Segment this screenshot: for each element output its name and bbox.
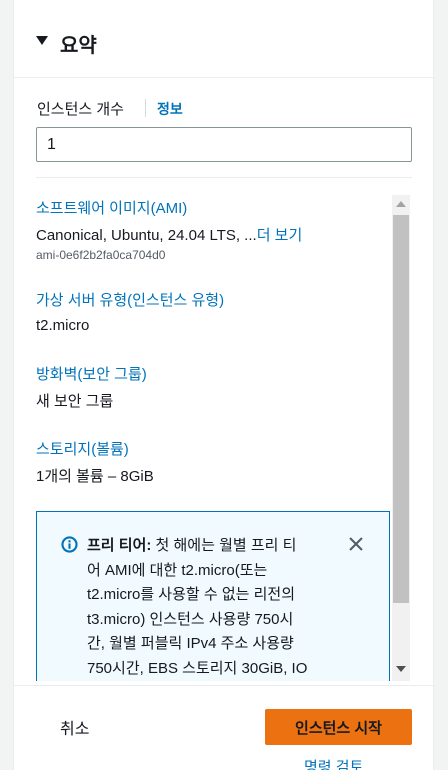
instance-type-link[interactable]: 가상 서버 유형(인스턴스 유형): [36, 289, 224, 310]
instance-count-input[interactable]: [36, 127, 412, 162]
firewall-link[interactable]: 방화벽(보안 그룹): [36, 363, 147, 384]
free-tier-line-3: t2.micro를 사용할 수 없는 리전의: [87, 586, 296, 603]
free-tier-line-6: 750시간, EBS 스토리지 30GiB, IO: [87, 659, 308, 677]
storage-link[interactable]: 스토리지(볼륨): [36, 438, 129, 459]
launch-instance-button[interactable]: 인스턴스 시작: [265, 709, 412, 745]
scroll-up-arrow-icon[interactable]: [396, 201, 406, 207]
summary-header[interactable]: 요약: [14, 0, 435, 78]
instance-count-label: 인스턴스 개수: [37, 101, 124, 118]
storage-value: 1개의 볼륨 – 8GiB: [36, 468, 154, 485]
free-tier-line-2: 어 AMI에 대한 t2.micro(또는: [87, 561, 268, 579]
review-commands-link[interactable]: 명령 검토: [304, 756, 363, 770]
free-tier-text: 프리 티어: 첫 해에는 월별 프리 티 어 AMI에 대한 t2.micro(…: [87, 534, 327, 681]
free-tier-line-5: 간, 월별 퍼블릭 IPv4 주소 사용량: [87, 635, 294, 652]
label-divider: [145, 99, 146, 117]
cancel-button[interactable]: 취소: [60, 715, 89, 739]
caret-down-icon[interactable]: [36, 36, 48, 45]
ami-value-text: Canonical, Ubuntu, 24.04 LTS, ...: [36, 227, 257, 244]
firewall-value: 새 보안 그룹: [36, 393, 114, 410]
free-tier-line-4: t3.micro) 인스턴스 사용량 750시: [87, 610, 294, 628]
instance-type-value: t2.micro: [36, 317, 90, 334]
ami-link[interactable]: 소프트웨어 이미지(AMI): [36, 197, 187, 218]
scrollbar[interactable]: [392, 195, 410, 681]
summary-panel: 요약 인스턴스 개수 정보 소프트웨어 이미지(AMI) Canonical, …: [13, 0, 435, 770]
ami-more-link[interactable]: 더 보기: [257, 227, 303, 244]
ami-id: ami-0e6f2b2fa0ca704d0: [36, 248, 166, 262]
info-link[interactable]: 정보: [157, 99, 183, 119]
free-tier-alert: 프리 티어: 첫 해에는 월별 프리 티 어 AMI에 대한 t2.micro(…: [36, 511, 390, 681]
summary-title: 요약: [60, 35, 97, 57]
section-divider: [36, 177, 412, 178]
scrollbar-thumb[interactable]: [393, 215, 409, 603]
free-tier-title: 프리 티어:: [87, 537, 152, 554]
scroll-down-arrow-icon[interactable]: [396, 666, 406, 672]
free-tier-line-1: 첫 해에는 월별 프리 티: [151, 537, 297, 554]
info-icon: [61, 536, 78, 553]
ami-value: Canonical, Ubuntu, 24.04 LTS, ...더 보기: [36, 224, 302, 245]
footer-divider: [14, 685, 435, 686]
summary-scroll-area[interactable]: 소프트웨어 이미지(AMI) Canonical, Ubuntu, 24.04 …: [36, 195, 412, 681]
close-icon[interactable]: [348, 536, 364, 552]
